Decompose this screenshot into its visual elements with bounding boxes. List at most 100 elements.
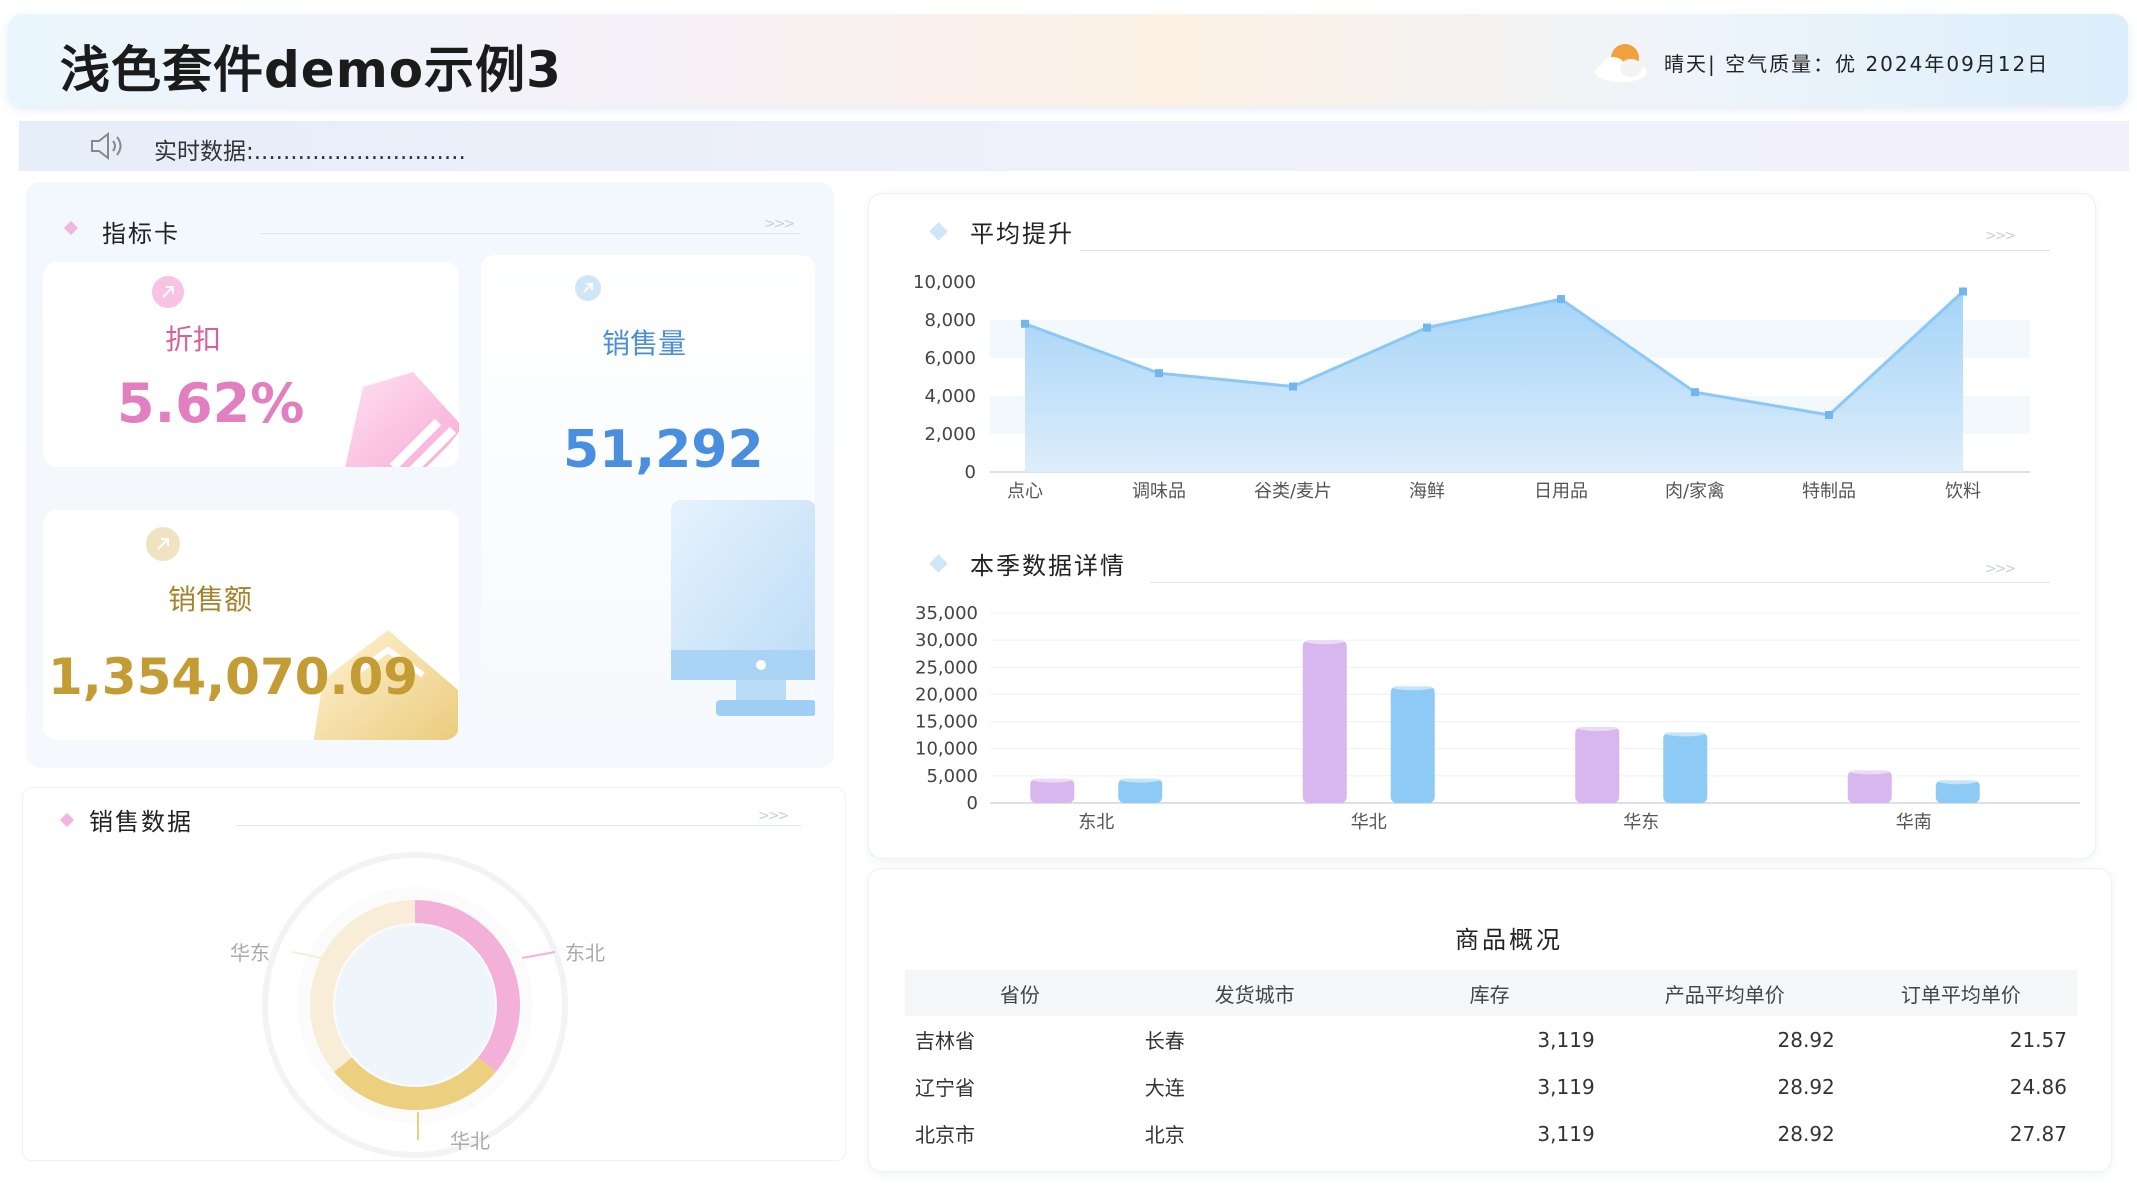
sun-cloud-icon	[1595, 44, 1647, 82]
kpi-card-discount	[43, 262, 459, 467]
tag-illustration-icon	[345, 372, 459, 467]
arrow-up-right-icon	[152, 276, 184, 308]
y-tick-label: 30,000	[915, 630, 978, 651]
x-tick-label: 华南	[1896, 812, 1932, 833]
bar-cap	[1030, 774, 1075, 783]
bar	[1663, 732, 1708, 803]
kpi-section-title: 指标卡	[102, 220, 180, 248]
cell-order-price: 24.86	[2009, 1074, 2067, 1099]
bar-chart: 35,000 30,000 25,000 20,000 15,000 10,000 5,00…	[915, 603, 2080, 833]
cell-stock: 3,119	[1537, 1027, 1595, 1052]
line-chart-title: 平均提升	[970, 220, 1074, 248]
weather-status: 晴天| 空气质量：优 2024年09月12日	[1664, 52, 2050, 76]
more-chevrons-icon[interactable]: >>>	[1985, 228, 2016, 244]
table-row[interactable]: 吉林省 长春 3,119 28.92 21.57	[905, 1016, 2077, 1063]
x-tick-label: 华北	[1351, 812, 1387, 833]
bar-cap	[1935, 776, 1980, 785]
ticker-text: 实时数据:.............................	[154, 139, 466, 165]
x-tick-label: 特制品	[1802, 481, 1856, 502]
more-chevrons-icon[interactable]: >>>	[1985, 561, 2016, 577]
table-row[interactable]: 辽宁省 大连 3,119 28.92 24.86	[905, 1063, 2077, 1110]
x-tick-label: 东北	[1078, 812, 1114, 833]
sales-section-title: 销售数据	[89, 808, 193, 836]
cell-stock: 3,119	[1537, 1121, 1595, 1146]
arrow-up-right-icon	[146, 527, 180, 561]
product-table: 省份 发货城市 库存 产品平均单价 订单平均单价 吉林省 长春 3,119 28…	[905, 970, 2077, 1157]
cell-order-price: 21.57	[2009, 1027, 2067, 1052]
bar-cap	[1575, 723, 1620, 731]
cell-province: 吉林省	[915, 1029, 975, 1053]
column-header[interactable]: 库存	[1374, 970, 1604, 1016]
volume-value: 51,292	[563, 420, 764, 480]
table-title: 商品概况	[1455, 926, 1563, 954]
bar-cap	[1118, 774, 1163, 783]
speaker-icon[interactable]	[89, 131, 127, 161]
cell-city: 北京	[1144, 1123, 1185, 1147]
bar	[1575, 727, 1620, 803]
donut-chart: 东北华北 华东	[230, 852, 605, 1158]
data-point	[1289, 382, 1297, 391]
bar-cap	[1663, 728, 1708, 737]
cell-province: 辽宁省	[915, 1076, 975, 1100]
divider	[1080, 250, 2050, 251]
y-tick-label: 6,000	[924, 348, 976, 369]
x-tick-label: 饮料	[1945, 481, 1981, 502]
slice-label: 华北	[450, 1129, 490, 1153]
y-tick-label: 2,000	[924, 424, 976, 445]
table-header-row: 省份 发货城市 库存 产品平均单价 订单平均单价	[905, 970, 2077, 1016]
amount-label: 销售额	[168, 583, 253, 616]
column-header[interactable]: 产品平均单价	[1605, 970, 1845, 1016]
data-point	[1423, 323, 1431, 332]
area-chart: 10,000 8,000 6,000 4,000 2,000 0 点心 调味品 谷类/麦片 海鲜 日…	[913, 272, 2030, 502]
divider	[236, 825, 801, 826]
data-point	[1557, 295, 1565, 304]
y-tick-label: 35,000	[915, 603, 978, 624]
table-row[interactable]: 北京市 北京 3,119 28.92 27.87	[905, 1110, 2077, 1157]
more-chevrons-icon[interactable]: >>>	[764, 216, 795, 232]
bar-cap	[1302, 636, 1347, 645]
x-tick-label: 华东	[1623, 812, 1659, 833]
cell-city: 大连	[1144, 1076, 1185, 1100]
more-chevrons-icon[interactable]: >>>	[758, 808, 789, 824]
area-fill	[1025, 291, 1963, 472]
cell-province: 北京市	[915, 1123, 975, 1147]
data-point	[1155, 369, 1163, 378]
donut-center	[335, 925, 495, 1085]
bar-cap	[1390, 682, 1435, 691]
y-tick-label: 10,000	[913, 272, 976, 293]
y-tick-label: 10,000	[915, 739, 978, 760]
column-header[interactable]: 发货城市	[1135, 970, 1375, 1016]
y-tick-label: 4,000	[924, 386, 976, 407]
column-header[interactable]: 省份	[905, 970, 1135, 1016]
bar-cap	[1847, 766, 1892, 775]
slice-label: 华东	[230, 941, 270, 965]
discount-value: 5.62%	[117, 372, 305, 435]
data-point	[1021, 319, 1029, 328]
cell-product-price: 28.92	[1777, 1074, 1835, 1099]
data-point	[1691, 388, 1699, 397]
cell-city: 长春	[1144, 1029, 1185, 1053]
y-tick-label: 25,000	[915, 657, 978, 678]
data-point	[1959, 287, 1967, 296]
y-tick-label: 0	[967, 793, 978, 814]
cell-product-price: 28.92	[1777, 1027, 1835, 1052]
x-tick-label: 海鲜	[1409, 481, 1445, 502]
y-tick-label: 15,000	[915, 712, 978, 733]
discount-label: 折扣	[165, 323, 222, 356]
y-tick-label: 20,000	[915, 684, 978, 705]
cell-order-price: 27.87	[2009, 1121, 2067, 1146]
y-tick-label: 5,000	[926, 766, 978, 787]
amount-value: 1,354,070.09	[48, 648, 419, 706]
x-tick-label: 肉/家禽	[1665, 481, 1725, 502]
x-tick-label: 日用品	[1534, 481, 1588, 502]
bar	[1390, 686, 1435, 803]
bar-chart-title: 本季数据详情	[970, 552, 1126, 580]
divider	[260, 233, 800, 234]
bar	[1302, 640, 1347, 803]
x-tick-label: 调味品	[1132, 481, 1186, 502]
monitor-illustration-icon	[671, 500, 815, 716]
column-header[interactable]: 订单平均单价	[1845, 970, 2077, 1016]
y-tick-label: 0	[965, 462, 976, 483]
slice-label: 东北	[565, 941, 605, 965]
arrow-up-right-icon	[575, 275, 601, 301]
